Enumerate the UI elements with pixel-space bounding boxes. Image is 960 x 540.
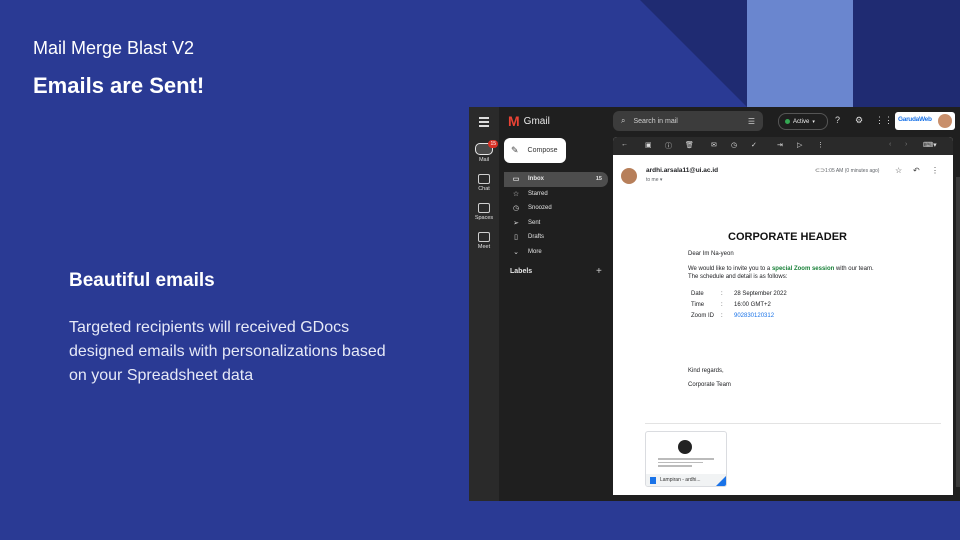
status-button[interactable]: Active ▾	[778, 113, 828, 130]
zoom-id-link[interactable]: 902830120312	[734, 313, 774, 319]
menu-icon[interactable]	[479, 117, 489, 129]
gmail-m-icon: M	[508, 113, 520, 129]
delete-icon[interactable]: 🗑	[685, 141, 694, 149]
closing: Kind regards,	[688, 368, 724, 374]
meet-icon	[478, 232, 490, 242]
chevron-down-icon: ▾	[812, 118, 815, 125]
settings-icon[interactable]: ⚙	[855, 115, 863, 126]
account-button[interactable]: GarudaWeb	[895, 112, 955, 130]
intro-line: We would like to invite you to a special…	[688, 266, 874, 272]
chevron-down-icon: ⌄	[513, 248, 519, 256]
back-icon[interactable]: ←	[621, 141, 628, 148]
compose-button[interactable]: ✎ Compose	[504, 138, 566, 163]
labels-heading: Labels	[510, 268, 533, 275]
draft-icon: ▯	[514, 234, 518, 242]
rail-spaces[interactable]: Spaces	[469, 203, 499, 221]
gmail-screenshot: 15 Mail Chat Spaces Meet M Gmail ⌕ Searc…	[469, 107, 960, 501]
prev-icon[interactable]: ‹	[889, 141, 891, 148]
snooze-icon[interactable]: ◷	[731, 141, 737, 149]
greeting: Dear Im Na-yeon	[688, 251, 734, 257]
table-row: Time: 16:00 GMT+2	[691, 302, 771, 308]
chevron-down-icon: ▾	[659, 177, 663, 183]
label-icon[interactable]: ▷	[797, 141, 802, 149]
scrollbar[interactable]	[956, 177, 960, 487]
status-dot-icon	[785, 119, 790, 124]
search-icon: ⌕	[621, 116, 626, 125]
avatar	[938, 114, 952, 128]
archive-icon[interactable]: ▣	[645, 141, 652, 149]
report-icon[interactable]: ⓘ	[665, 141, 672, 151]
doc-icon	[650, 476, 656, 484]
star-icon: ☆	[512, 190, 520, 198]
clock-icon: ◷	[512, 205, 520, 213]
signature: Corporate Team	[688, 382, 731, 388]
rail-meet[interactable]: Meet	[469, 232, 499, 250]
table-row: Zoom ID: 902830120312	[691, 313, 775, 319]
inbox-count: 15	[595, 176, 602, 183]
slide-subtitle: Mail Merge Blast V2	[33, 38, 195, 58]
pencil-icon: ✎	[511, 145, 519, 155]
help-icon[interactable]: ?	[835, 115, 840, 125]
attachment-card[interactable]: Lampiran - ardhi...	[645, 431, 727, 487]
email-header: CORPORATE HEADER	[728, 231, 847, 243]
rail-chat[interactable]: Chat	[469, 174, 499, 192]
feature-title: Beautiful emails	[69, 270, 215, 291]
star-icon[interactable]: ☆	[895, 166, 902, 175]
more-icon[interactable]: ⋮	[817, 141, 824, 149]
email-view: ← ▣ ⓘ 🗑 ✉ ◷ ✓ ⇥ ▷ ⋮ ‹ › ⌨▾ ardhi.arsala1…	[613, 137, 953, 495]
rail-label: Meet	[477, 244, 491, 250]
email-toolbar: ← ▣ ⓘ 🗑 ✉ ◷ ✓ ⇥ ▷ ⋮ ‹ › ⌨▾	[613, 137, 953, 155]
nav-sent[interactable]: ➢ Sent	[504, 216, 608, 231]
attachment-icon: ⊂⊃	[815, 168, 826, 174]
nav-inbox[interactable]: ▭ Inbox 15	[504, 172, 608, 187]
recipient-line[interactable]: to me ▾	[646, 177, 662, 183]
document-preview	[658, 458, 714, 469]
slide-title: Emails are Sent!	[33, 73, 205, 98]
details-table: Date: 28 September 2022 Time: 16:00 GMT+…	[691, 291, 787, 324]
feature-description: Targeted recipients will received GDocs …	[69, 319, 386, 384]
app-rail: 15 Mail Chat Spaces Meet	[469, 107, 499, 501]
sender-avatar	[621, 168, 637, 184]
divider	[645, 423, 941, 424]
inbox-icon: ▭	[512, 176, 520, 184]
mail-nav: ▭ Inbox 15 ☆ Starred ◷ Snoozed ➢ Sent ▯ …	[504, 172, 608, 259]
add-label-icon[interactable]: +	[596, 266, 602, 277]
rail-label: Spaces	[474, 215, 494, 221]
spaces-icon	[478, 203, 490, 213]
nav-drafts[interactable]: ▯ Drafts	[504, 230, 608, 245]
nav-snoozed[interactable]: ◷ Snoozed	[504, 201, 608, 216]
mail-icon: 15	[475, 140, 498, 155]
mail-badge: 15	[488, 140, 498, 148]
sender-email[interactable]: ardhi.arsala11@ui.ac.id	[646, 167, 718, 174]
highlight-text: special Zoom session	[771, 266, 835, 272]
schedule-line: The schedule and detail is as follows:	[688, 274, 788, 280]
reply-icon[interactable]: ↶	[913, 166, 920, 175]
chat-icon	[478, 174, 490, 184]
mark-unread-icon[interactable]: ✉	[711, 141, 717, 149]
more-vert-icon[interactable]: ⋮	[931, 166, 939, 175]
filter-icon[interactable]: ☰	[748, 117, 755, 126]
next-icon[interactable]: ›	[905, 141, 907, 148]
doc-corner	[716, 476, 726, 486]
brand-logo: GarudaWeb	[898, 116, 932, 123]
apps-icon[interactable]: ⋮⋮	[875, 115, 893, 126]
email-time: 1:05 AM (0 minutes ago)	[825, 168, 880, 174]
keyboard-icon[interactable]: ⌨▾	[923, 141, 937, 149]
nav-more[interactable]: ⌄ More	[504, 245, 608, 260]
attachment-footer: Lampiran - ardhi...	[646, 474, 726, 486]
document-logo	[678, 440, 692, 454]
table-row: Date: 28 September 2022	[691, 291, 787, 297]
move-icon[interactable]: ⇥	[777, 141, 783, 149]
search-input[interactable]: ⌕ Search in mail ☰	[613, 111, 763, 131]
send-icon: ➢	[513, 219, 519, 227]
nav-starred[interactable]: ☆ Starred	[504, 187, 608, 202]
gmail-logo[interactable]: M Gmail	[508, 113, 550, 129]
rail-mail[interactable]: 15 Mail	[469, 140, 499, 163]
rail-label: Mail	[478, 157, 490, 163]
rail-label: Chat	[478, 186, 490, 192]
task-icon[interactable]: ✓	[751, 141, 757, 149]
